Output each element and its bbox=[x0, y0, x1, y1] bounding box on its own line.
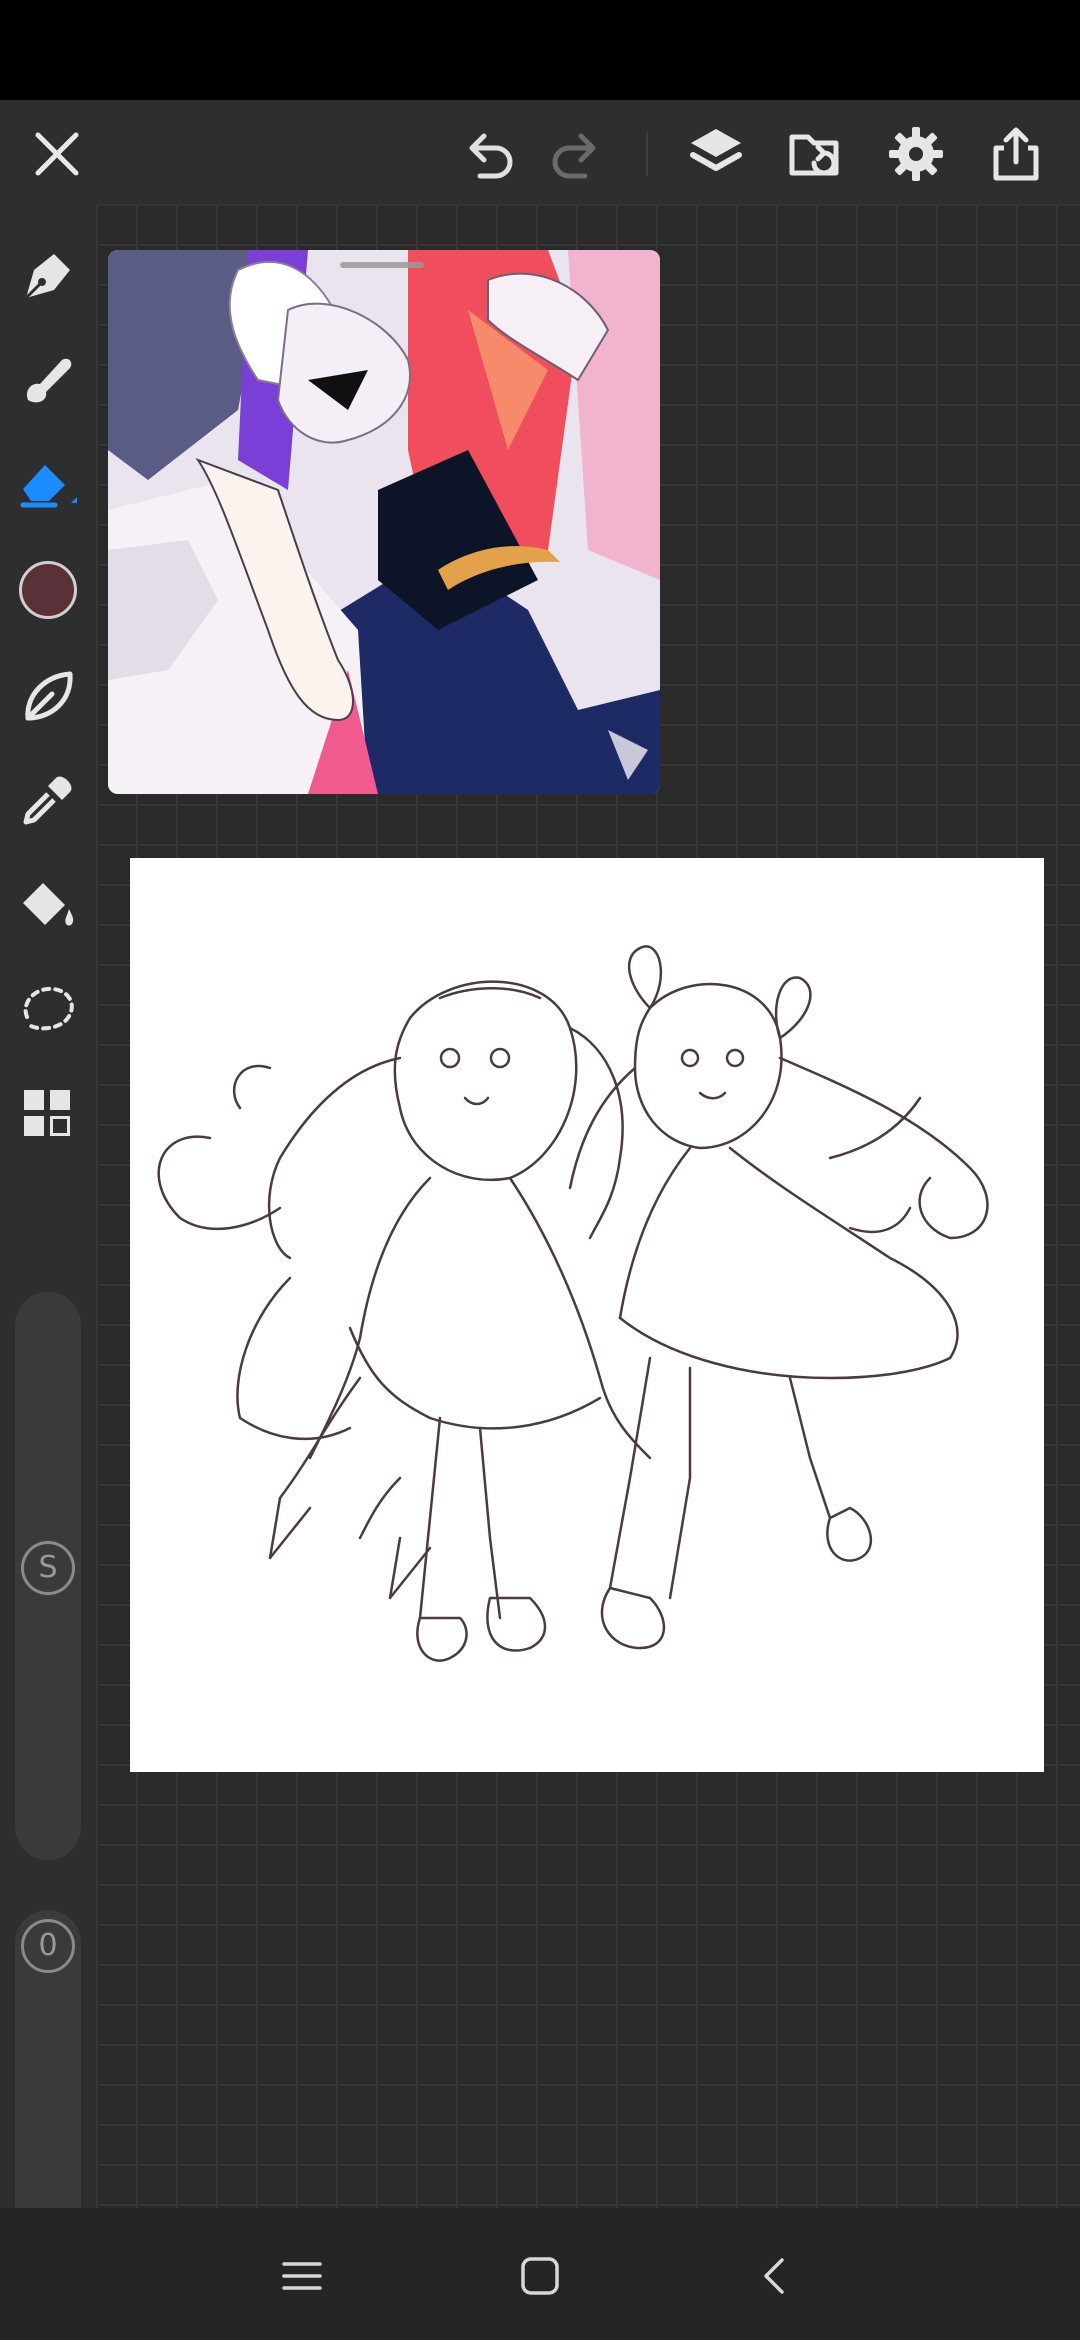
drawing-canvas[interactable] bbox=[130, 858, 1044, 1772]
layers-button[interactable] bbox=[680, 118, 752, 190]
color-swatch[interactable] bbox=[8, 550, 88, 630]
brush-size-knob[interactable]: S bbox=[16, 1536, 80, 1600]
top-toolbar bbox=[0, 100, 1080, 204]
side-toolbar: S 0 bbox=[0, 204, 96, 2282]
eraser-icon bbox=[20, 465, 77, 508]
lineart-drawing bbox=[157, 945, 989, 1662]
gallery-tool[interactable] bbox=[8, 1074, 88, 1154]
status-bar bbox=[0, 0, 1080, 100]
undo-button[interactable] bbox=[452, 118, 524, 190]
brush-tool[interactable] bbox=[8, 340, 88, 420]
system-nav-bar bbox=[0, 2208, 1080, 2340]
home-button[interactable] bbox=[508, 2244, 572, 2308]
eyedropper-icon bbox=[23, 776, 72, 825]
eyedropper-tool[interactable] bbox=[8, 760, 88, 840]
fill-bucket-tool[interactable] bbox=[8, 864, 88, 944]
import-button[interactable] bbox=[779, 118, 851, 190]
lasso-tool[interactable] bbox=[8, 968, 88, 1048]
toolbar-divider bbox=[646, 132, 648, 176]
opacity-label: 0 bbox=[21, 1919, 75, 1973]
size-label: S bbox=[21, 1541, 75, 1595]
share-button[interactable] bbox=[980, 118, 1052, 190]
reference-image bbox=[108, 250, 660, 794]
redo-icon bbox=[552, 133, 596, 179]
fill-bucket-icon bbox=[23, 883, 74, 926]
smudge-tool[interactable] bbox=[8, 656, 88, 736]
close-button[interactable] bbox=[21, 118, 93, 190]
grid-icon bbox=[24, 1090, 70, 1136]
reference-image-window[interactable] bbox=[108, 250, 660, 794]
reference-drag-handle[interactable] bbox=[340, 262, 424, 268]
recent-apps-button[interactable] bbox=[270, 2244, 334, 2308]
share-icon bbox=[993, 127, 1039, 181]
settings-button[interactable] bbox=[880, 118, 952, 190]
back-button[interactable] bbox=[744, 2244, 808, 2308]
brush-icon bbox=[26, 358, 72, 403]
layers-icon bbox=[690, 129, 742, 171]
close-icon bbox=[35, 132, 79, 176]
home-icon bbox=[521, 2257, 559, 2295]
pen-icon bbox=[24, 254, 70, 300]
back-icon bbox=[764, 2258, 784, 2294]
smudge-icon bbox=[25, 671, 73, 721]
brush-size-slider[interactable]: S bbox=[15, 1292, 81, 1860]
pen-tool[interactable] bbox=[8, 236, 88, 316]
redo-button[interactable] bbox=[541, 118, 613, 190]
gear-icon bbox=[889, 127, 943, 181]
menu-icon bbox=[282, 2262, 322, 2290]
brush-opacity-knob[interactable]: 0 bbox=[16, 1914, 80, 1978]
lasso-icon bbox=[23, 986, 74, 1031]
color-swatch-circle bbox=[19, 561, 77, 619]
import-icon bbox=[789, 134, 839, 176]
eraser-tool[interactable] bbox=[8, 444, 88, 524]
undo-icon bbox=[469, 133, 513, 179]
